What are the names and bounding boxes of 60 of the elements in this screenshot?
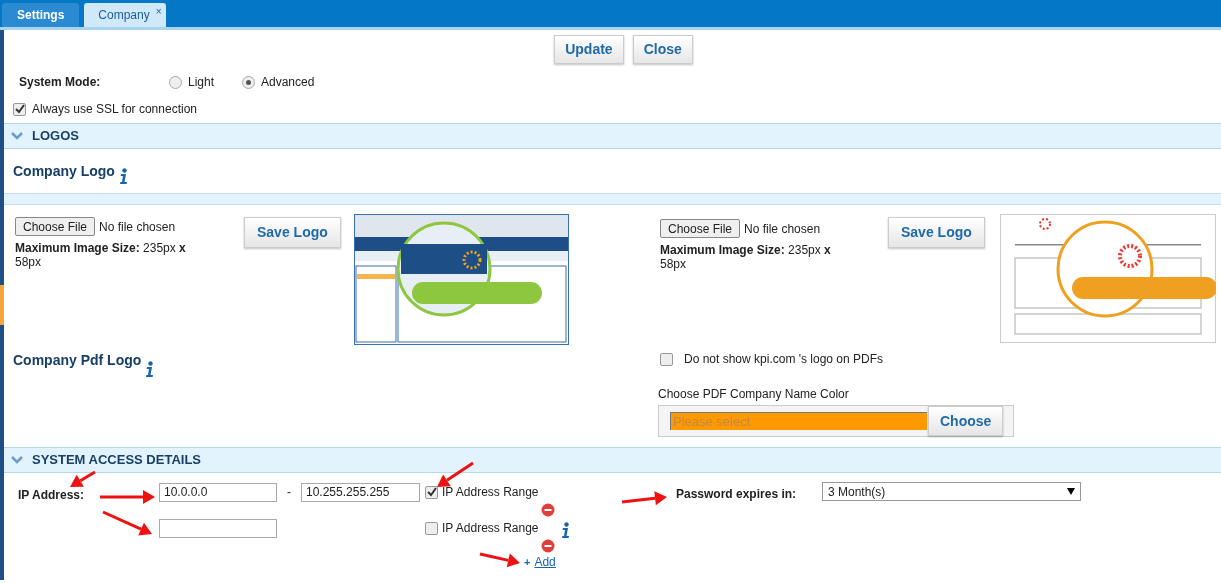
ip-from-field[interactable]: 10.0.0.0 (159, 482, 277, 502)
color-picker[interactable]: Please select Choose (658, 405, 1014, 437)
chevron-icon[interactable] (11, 132, 23, 140)
checkbox[interactable] (425, 521, 438, 535)
radio-label[interactable]: Advanced (261, 73, 315, 91)
field-label: IP Address: (18, 488, 85, 502)
checkbox-label[interactable]: IP Address Range (442, 483, 539, 501)
choose-button[interactable]: Choose (928, 406, 1004, 436)
info-icon[interactable] (145, 360, 155, 377)
radio-label[interactable]: Light (188, 73, 215, 91)
ip-from-field[interactable] (159, 518, 277, 538)
field-label: Company Logo (13, 161, 115, 181)
radio-button[interactable] (169, 75, 182, 89)
password-expiry-select[interactable]: 3 Month(s) (822, 482, 1081, 501)
chevron-icon[interactable] (11, 456, 23, 464)
info-icon[interactable] (118, 167, 128, 184)
choose-file-button[interactable]: Choose File (660, 219, 741, 238)
section-title: LOGOS (32, 127, 79, 146)
file-status: No file chosen (744, 220, 821, 238)
save-logo-button[interactable]: Save Logo (888, 217, 985, 248)
section-header[interactable]: SYSTEM ACCESS DETAILS (4, 447, 1221, 473)
annotation-arrow (102, 510, 152, 536)
range-dash: - (286, 484, 292, 501)
section-title: SYSTEM ACCESS DETAILS (32, 451, 202, 470)
file-status: No file chosen (99, 218, 176, 236)
tab[interactable]: Settings (2, 3, 80, 27)
plus-sign: + (524, 554, 531, 570)
dropdown-caret-icon (1067, 488, 1075, 495)
side-handle[interactable] (0, 285, 4, 325)
annotation-arrow (437, 461, 474, 487)
toolbar-button[interactable]: Close (632, 35, 693, 64)
field-label: System Mode: (19, 74, 102, 91)
checkbox[interactable] (425, 485, 438, 499)
tab[interactable]: Company × (84, 3, 166, 27)
toolbar-button[interactable]: Update (554, 35, 624, 64)
annotation-arrow (479, 552, 520, 568)
size-note: Maximum Image Size: 235px x 58px (15, 241, 187, 269)
remove-icon[interactable] (541, 503, 555, 517)
checkbox-label[interactable]: Do not show kpi.com 's logo on PDFs (684, 350, 884, 368)
info-icon[interactable] (560, 521, 570, 538)
remove-icon[interactable] (541, 539, 555, 553)
ip-to-field[interactable]: 10.255.255.255 (301, 482, 420, 502)
annotation-arrow (621, 491, 667, 506)
radio-button[interactable] (242, 75, 255, 89)
checkbox[interactable] (13, 102, 26, 116)
checkbox[interactable] (660, 352, 673, 366)
save-logo-button[interactable]: Save Logo (244, 217, 341, 248)
checkbox-label[interactable]: Always use SSL for connection (32, 100, 197, 118)
annotation-arrow (100, 490, 155, 504)
annotation-arrow (70, 470, 96, 487)
close-button[interactable]: × (155, 4, 162, 19)
checkbox-label[interactable]: IP Address Range (442, 519, 539, 537)
choose-file-button[interactable]: Choose File (15, 217, 96, 236)
field-label: Password expires in: (676, 486, 798, 503)
color-field[interactable]: Please select (670, 412, 927, 430)
add-link[interactable]: Add (534, 553, 556, 571)
field-label: Choose PDF Company Name Color (657, 386, 850, 403)
field-label: Company Pdf Logo (13, 351, 142, 370)
section-header[interactable]: LOGOS (4, 123, 1221, 149)
size-note: Maximum Image Size: 235px x 58px (660, 243, 832, 271)
